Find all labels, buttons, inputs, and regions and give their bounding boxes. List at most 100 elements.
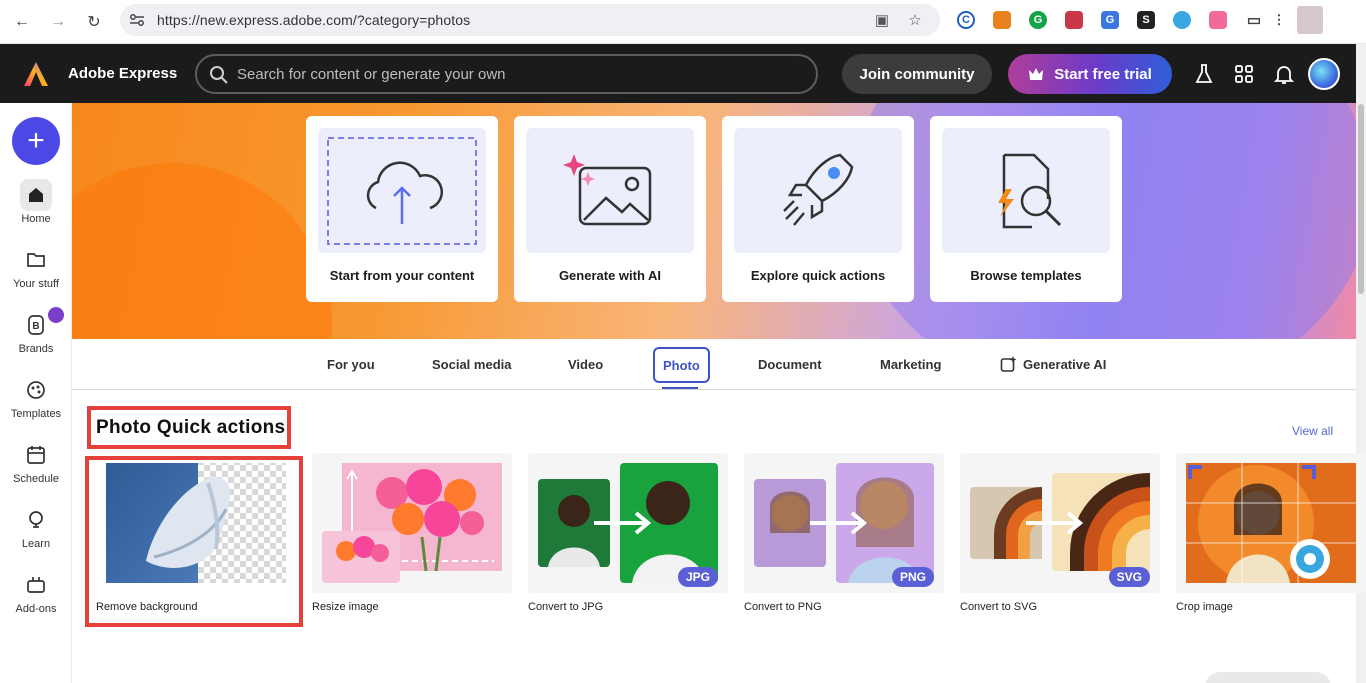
- user-avatar[interactable]: [1308, 58, 1340, 90]
- quick-action-convert-to-jpg[interactable]: JPG Convert to JPG: [528, 453, 728, 623]
- quick-action-label: Convert to JPG: [528, 601, 604, 613]
- extension-c-icon[interactable]: C: [957, 11, 975, 29]
- start-from-content-card[interactable]: Start from your content: [306, 116, 498, 302]
- join-community-button[interactable]: Join community: [842, 54, 992, 94]
- ai-image-icon: [563, 153, 652, 225]
- extension-pink-icon[interactable]: [1209, 11, 1227, 29]
- sidebar-item-label: Learn: [21, 538, 51, 550]
- tab-social-media[interactable]: Social media: [432, 357, 511, 372]
- search-icon: [210, 66, 228, 84]
- search-input[interactable]: Search for content or generate your own: [195, 54, 818, 94]
- create-new-button[interactable]: +: [12, 117, 60, 165]
- sidebar-item-your-stuff[interactable]: Your stuff: [0, 248, 72, 304]
- sidebar-item-home[interactable]: Home: [0, 179, 72, 239]
- sidebar-item-learn[interactable]: Learn: [0, 508, 72, 564]
- templates-icon: [27, 381, 45, 399]
- left-sidebar: + Home Your stuff B Brands Templates Sch…: [0, 103, 72, 683]
- premium-crown-icon: [46, 305, 66, 325]
- svg-text:B: B: [32, 321, 39, 332]
- convert-to-jpg-thumbnail: JPG: [528, 453, 728, 593]
- extensions-puzzle-icon[interactable]: ▭: [1245, 11, 1263, 29]
- forward-icon[interactable]: →: [46, 10, 70, 34]
- install-app-icon[interactable]: ▣: [872, 10, 892, 30]
- quick-action-convert-to-svg[interactable]: SVG Convert to SVG: [960, 453, 1160, 623]
- svg-badge: SVG: [1108, 567, 1150, 587]
- explore-quick-actions-card[interactable]: Explore quick actions: [722, 116, 914, 302]
- flowers-image: [322, 463, 502, 583]
- extension-blue-icon[interactable]: [1173, 11, 1191, 29]
- generative-ai-icon: [1000, 356, 1017, 372]
- crop-image-thumbnail: [1176, 453, 1366, 593]
- jpg-badge: JPG: [677, 567, 718, 587]
- app-header: Adobe Express Search for content or gene…: [0, 44, 1356, 103]
- card-art: [318, 128, 486, 253]
- url-text: https://new.express.adobe.com/?category=…: [157, 12, 471, 28]
- search-placeholder: Search for content or generate your own: [237, 66, 506, 83]
- folder-icon: [27, 253, 45, 267]
- hero-card-label: Generate with AI: [558, 268, 662, 283]
- tab-document[interactable]: Document: [758, 357, 822, 372]
- browser-profile[interactable]: [1297, 6, 1323, 34]
- scroll-thumb[interactable]: [1358, 104, 1364, 294]
- sidebar-item-schedule[interactable]: Schedule: [0, 443, 72, 499]
- extension-s-icon[interactable]: S: [1137, 11, 1155, 29]
- tab-marketing[interactable]: Marketing: [880, 357, 941, 372]
- site-settings-icon[interactable]: [128, 11, 146, 29]
- resize-image-thumbnail: [312, 453, 512, 593]
- brand-icon: B: [28, 315, 44, 335]
- convert-to-svg-thumbnail: SVG: [960, 453, 1160, 593]
- home-icon: [20, 179, 52, 211]
- addons-icon: [27, 577, 45, 593]
- bookmark-star-icon[interactable]: ☆: [905, 10, 925, 30]
- extension-red-icon[interactable]: [1065, 11, 1083, 29]
- sidebar-item-brands[interactable]: B Brands: [0, 305, 72, 369]
- hero-card-label: Start from your content: [329, 268, 475, 283]
- quick-action-label: Convert to PNG: [744, 601, 822, 613]
- calendar-icon: [27, 446, 45, 464]
- hero-banner: Start from your content Generate with AI: [72, 103, 1356, 339]
- metamask-icon[interactable]: [993, 11, 1011, 29]
- hero-card-label: Browse templates: [970, 268, 1082, 283]
- rocket-icon: [783, 153, 854, 226]
- tab-generative-ai-label: Generative AI: [1023, 356, 1107, 372]
- reload-icon[interactable]: ↻: [82, 10, 106, 34]
- tab-video[interactable]: Video: [568, 357, 603, 372]
- sidebar-item-add-ons[interactable]: Add-ons: [0, 573, 72, 629]
- sidebar-item-label: Brands: [18, 343, 54, 355]
- browse-templates-card[interactable]: Browse templates: [930, 116, 1122, 302]
- back-icon[interactable]: ←: [10, 10, 34, 34]
- floating-pill[interactable]: [1205, 672, 1331, 683]
- hero-shape: [72, 163, 332, 339]
- sidebar-item-label: Home: [21, 213, 51, 225]
- png-badge: PNG: [891, 567, 934, 587]
- quick-action-resize-image[interactable]: Resize image: [312, 453, 512, 623]
- labs-flask-icon[interactable]: [1193, 63, 1215, 85]
- start-free-trial-label: Start free trial: [1054, 65, 1152, 83]
- address-bar[interactable]: https://new.express.adobe.com/?category=…: [120, 4, 940, 36]
- start-free-trial-button[interactable]: Start free trial: [1008, 54, 1172, 94]
- tab-generative-ai[interactable]: Generative AI: [1000, 355, 1106, 373]
- chrome-menu-icon[interactable]: ⋮: [1270, 11, 1288, 29]
- active-tab-indicator: [662, 387, 698, 389]
- tab-photo[interactable]: Photo: [653, 347, 710, 383]
- convert-to-png-thumbnail: PNG: [744, 453, 944, 593]
- category-tabs: For you Social media Video Photo Documen…: [72, 339, 1356, 390]
- adobe-express-logo[interactable]: [22, 60, 50, 88]
- translate-icon[interactable]: G: [1101, 11, 1119, 29]
- sidebar-item-label: Templates: [10, 408, 62, 420]
- upload-cloud-icon: [327, 136, 477, 245]
- quick-action-convert-to-png[interactable]: PNG Convert to PNG: [744, 453, 944, 623]
- brand-name: Adobe Express: [68, 65, 178, 82]
- notifications-bell-icon[interactable]: [1273, 63, 1295, 85]
- apps-grid-icon[interactable]: [1233, 63, 1255, 85]
- sidebar-item-templates[interactable]: Templates: [0, 378, 72, 434]
- quick-action-crop-image[interactable]: Crop image: [1176, 453, 1366, 623]
- card-art: [526, 128, 694, 253]
- search-document-icon: [998, 153, 1062, 228]
- card-art: [734, 128, 902, 253]
- grammarly-icon[interactable]: G: [1029, 11, 1047, 29]
- card-art: [942, 128, 1110, 253]
- tab-for-you[interactable]: For you: [327, 357, 375, 372]
- generate-with-ai-card[interactable]: Generate with AI: [514, 116, 706, 302]
- view-all-link[interactable]: View all: [1292, 424, 1333, 438]
